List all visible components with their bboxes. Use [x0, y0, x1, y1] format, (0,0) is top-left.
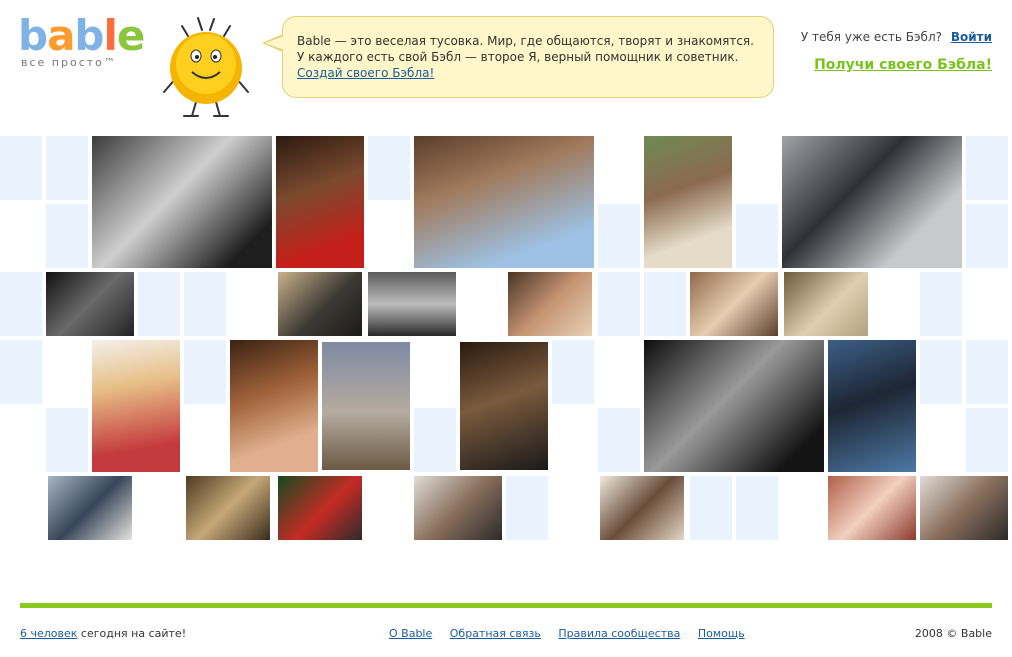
empty-tile: [966, 408, 1008, 472]
user-photo[interactable]: [92, 340, 180, 472]
get-bable-link[interactable]: Получи своего Бэбла!: [814, 57, 992, 73]
empty-tile: [598, 408, 640, 472]
empty-tile: [644, 272, 686, 336]
user-photo[interactable]: [644, 136, 732, 268]
user-photo[interactable]: [784, 272, 868, 336]
user-photo[interactable]: [690, 272, 778, 336]
bable-mascot-icon: [163, 17, 249, 117]
empty-tile: [368, 136, 410, 200]
copyright: 2008 © Bable: [914, 627, 992, 640]
online-text: сегодня на сайте!: [77, 627, 187, 640]
user-photo[interactable]: [644, 340, 824, 472]
user-photo[interactable]: [414, 476, 502, 540]
user-photo[interactable]: [276, 136, 364, 268]
empty-tile: [138, 272, 180, 336]
user-photo[interactable]: [278, 476, 362, 540]
online-users-link[interactable]: 6 человек: [20, 627, 77, 640]
empty-tile: [46, 408, 88, 472]
user-photo[interactable]: [46, 272, 134, 336]
empty-tile: [920, 340, 962, 404]
user-photo[interactable]: [600, 476, 684, 540]
user-photo-mosaic: [0, 136, 1012, 546]
create-bable-link[interactable]: Создай своего Бэбла!: [297, 65, 434, 81]
empty-tile: [552, 340, 594, 404]
empty-tile: [46, 136, 88, 200]
footer-divider: [20, 603, 992, 608]
empty-tile: [414, 408, 456, 472]
empty-tile: [690, 476, 732, 540]
empty-tile: [966, 204, 1008, 268]
speech-bubble-tail-inner: [265, 36, 284, 50]
have-bable-label: У тебя уже есть Бэбл?: [800, 30, 942, 44]
online-counter: 6 человек сегодня на сайте!: [20, 627, 186, 640]
footer-nav: О Bable Обратная связь Правила сообществ…: [389, 627, 745, 640]
help-link[interactable]: Помощь: [698, 627, 745, 640]
bubble-text: Bable — это веселая тусовка. Мир, где об…: [297, 34, 754, 64]
user-photo[interactable]: [828, 476, 916, 540]
user-photo[interactable]: [48, 476, 132, 540]
user-photo[interactable]: [278, 272, 362, 336]
bable-logo[interactable]: bable все просто™: [18, 14, 148, 70]
empty-tile: [598, 204, 640, 268]
feedback-link[interactable]: Обратная связь: [450, 627, 541, 640]
speech-bubble: Bable — это веселая тусовка. Мир, где об…: [282, 16, 774, 98]
empty-tile: [736, 476, 778, 540]
empty-tile: [0, 136, 42, 200]
user-photo[interactable]: [230, 340, 318, 472]
logo-tagline: все просто™: [21, 56, 117, 69]
empty-tile: [184, 272, 226, 336]
empty-tile: [184, 340, 226, 404]
empty-tile: [966, 136, 1008, 200]
login-link[interactable]: Войти: [951, 30, 992, 44]
user-photo[interactable]: [782, 136, 962, 268]
empty-tile: [0, 340, 42, 404]
empty-tile: [46, 204, 88, 268]
empty-tile: [0, 272, 42, 336]
about-link[interactable]: О Bable: [389, 627, 432, 640]
user-photo[interactable]: [186, 476, 270, 540]
user-photo[interactable]: [92, 136, 272, 268]
empty-tile: [736, 204, 778, 268]
user-photo[interactable]: [460, 342, 548, 470]
user-photo[interactable]: [508, 272, 592, 336]
user-photo[interactable]: [414, 136, 594, 268]
empty-tile: [598, 272, 640, 336]
user-photo[interactable]: [368, 272, 456, 336]
user-photo[interactable]: [920, 476, 1008, 540]
community-rules-link[interactable]: Правила сообщества: [558, 627, 680, 640]
logo-wordmark: bable: [18, 11, 145, 60]
user-photo[interactable]: [322, 342, 410, 470]
empty-tile: [966, 340, 1008, 404]
empty-tile: [506, 476, 548, 540]
user-photo[interactable]: [828, 340, 916, 472]
empty-tile: [920, 272, 962, 336]
